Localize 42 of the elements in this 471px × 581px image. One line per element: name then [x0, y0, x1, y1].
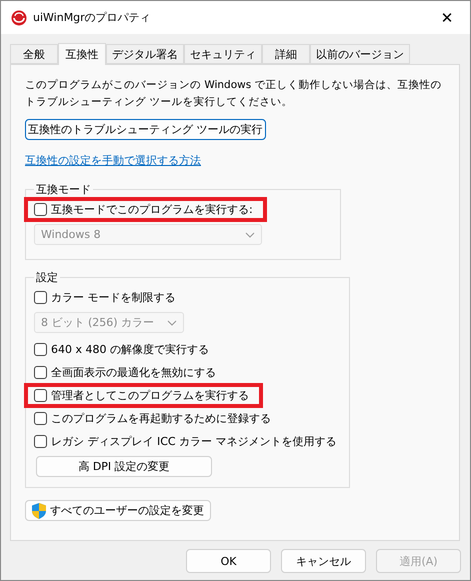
highlighted-checkbox-row[interactable]: 互換モードでこのプログラムを実行する:: [26, 199, 265, 220]
troubleshooter-button[interactable]: 互換性のトラブルシューティング ツールの実行: [25, 119, 266, 140]
tab[interactable]: 以前のバージョン: [310, 44, 410, 64]
checkbox[interactable]: [34, 412, 47, 425]
checkbox-row[interactable]: 全画面表示の最適化を無効にする: [26, 362, 220, 383]
checkbox-row[interactable]: 640 x 480 の解像度で実行する: [26, 339, 213, 360]
checkbox-label: 管理者としてこのプログラムを実行する: [51, 388, 249, 403]
group-title: 互換モード: [35, 182, 92, 197]
chevron-down-icon: [167, 320, 177, 326]
checkbox[interactable]: [34, 366, 47, 379]
chevron-down-icon: [245, 232, 255, 238]
all-users-button[interactable]: すべてのユーザーの設定を変更: [25, 500, 211, 521]
checkbox[interactable]: [34, 203, 47, 216]
tab[interactable]: 互換性: [58, 43, 106, 65]
checkbox[interactable]: [34, 435, 47, 448]
tab[interactable]: 全般: [10, 44, 58, 64]
checkbox-row[interactable]: カラー モードを制限する: [26, 287, 180, 308]
tab[interactable]: デジタル署名: [106, 44, 184, 64]
window-title: uiWinMgrのプロパティ: [33, 10, 152, 25]
checkbox-label: 全画面表示の最適化を無効にする: [51, 365, 216, 380]
app-logo-icon: [11, 10, 27, 26]
tab[interactable]: 詳細: [262, 44, 310, 64]
group-title: 設定: [35, 270, 59, 285]
checkbox-label: このプログラムを再起動するために登録する: [51, 411, 271, 426]
dialog-button[interactable]: OK: [186, 549, 271, 573]
checkbox-label: 640 x 480 の解像度で実行する: [51, 342, 209, 357]
checkbox-row[interactable]: レガシ ディスプレイ ICC カラー マネジメントを使用する: [26, 431, 341, 452]
help-link[interactable]: 互換性の設定を手動で選択する方法: [25, 153, 201, 168]
checkbox-row[interactable]: このプログラムを再起動するために登録する: [26, 408, 275, 429]
checkbox[interactable]: [34, 291, 47, 304]
checkbox[interactable]: [34, 343, 47, 356]
high-dpi-button[interactable]: 高 DPI 設定の変更: [36, 456, 212, 477]
highlighted-checkbox-row[interactable]: 管理者としてこのプログラムを実行する: [26, 385, 261, 406]
dialog-button[interactable]: キャンセル: [281, 549, 366, 573]
checkbox-label: 互換モードでこのプログラムを実行する:: [51, 202, 253, 217]
tab[interactable]: セキュリティ: [184, 44, 262, 64]
checkbox-label: カラー モードを制限する: [51, 290, 176, 305]
description-text: このプログラムがこのバージョンの Windows で正しく動作しない場合は、互換性のトラブルシューティング ツールを実行してください。: [25, 78, 443, 110]
shield-icon: [32, 502, 46, 518]
checkbox-label: レガシ ディスプレイ ICC カラー マネジメントを使用する: [51, 434, 337, 449]
close-button[interactable]: ✕: [424, 1, 470, 34]
checkbox[interactable]: [34, 389, 47, 402]
